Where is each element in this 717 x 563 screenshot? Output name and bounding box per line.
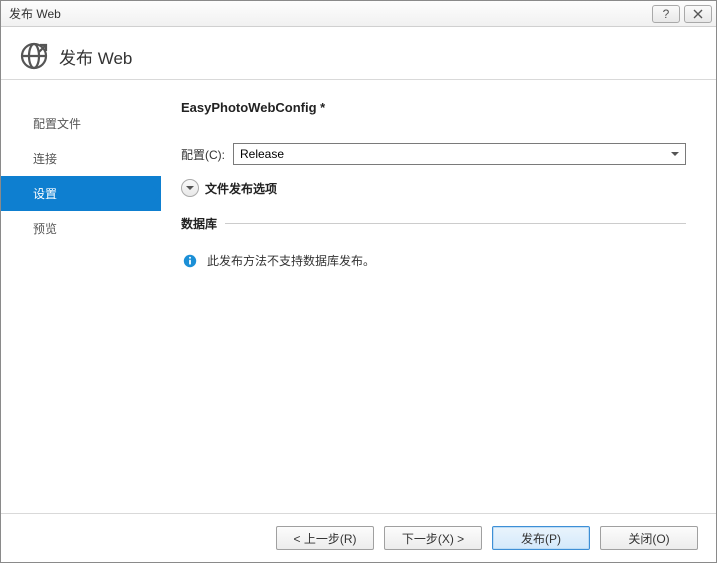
titlebar: 发布 Web ? bbox=[1, 1, 716, 27]
config-value: Release bbox=[240, 147, 284, 161]
db-title-label: 数据库 bbox=[181, 215, 217, 232]
sidebar-item-connection[interactable]: 连接 bbox=[1, 141, 161, 176]
sidebar-item-settings[interactable]: 设置 bbox=[1, 176, 161, 211]
body: 配置文件 连接 设置 预览 EasyPhotoWebConfig * 配置(C)… bbox=[1, 80, 716, 513]
main-panel: EasyPhotoWebConfig * 配置(C): Release 文件发布… bbox=[161, 100, 716, 513]
info-icon bbox=[183, 254, 197, 268]
db-info-row: 此发布方法不支持数据库发布。 bbox=[181, 252, 686, 269]
globe-icon bbox=[19, 41, 49, 71]
content: 发布 Web 配置文件 连接 设置 预览 EasyPhotoWebConfig … bbox=[1, 27, 716, 562]
next-button[interactable]: 下一步(X) > bbox=[384, 526, 482, 550]
expander-label: 文件发布选项 bbox=[205, 180, 277, 197]
sidebar: 配置文件 连接 设置 预览 bbox=[1, 100, 161, 513]
close-window-button[interactable] bbox=[684, 5, 712, 23]
sidebar-item-profile[interactable]: 配置文件 bbox=[1, 106, 161, 141]
chevron-down-icon bbox=[181, 179, 199, 197]
header: 发布 Web bbox=[1, 27, 716, 80]
config-row: 配置(C): Release bbox=[181, 143, 686, 165]
close-icon bbox=[693, 9, 703, 19]
config-select[interactable]: Release bbox=[233, 143, 686, 165]
help-button[interactable]: ? bbox=[652, 5, 680, 23]
db-info-message: 此发布方法不支持数据库发布。 bbox=[207, 252, 375, 269]
chevron-down-icon bbox=[671, 152, 679, 160]
header-title: 发布 Web bbox=[59, 44, 132, 69]
prev-button[interactable]: < 上一步(R) bbox=[276, 526, 374, 550]
close-button[interactable]: 关闭(O) bbox=[600, 526, 698, 550]
publish-button[interactable]: 发布(P) bbox=[492, 526, 590, 550]
config-label: 配置(C): bbox=[181, 146, 225, 163]
footer: < 上一步(R) 下一步(X) > 发布(P) 关闭(O) bbox=[1, 513, 716, 562]
publish-web-dialog: 发布 Web ? 发布 Web 配置文件 连接 设置 bbox=[0, 0, 717, 563]
window-title: 发布 Web bbox=[9, 5, 648, 22]
file-publish-options-expander[interactable]: 文件发布选项 bbox=[181, 179, 686, 197]
profile-title: EasyPhotoWebConfig * bbox=[181, 100, 686, 115]
database-section-title: 数据库 bbox=[181, 215, 686, 232]
sidebar-item-preview[interactable]: 预览 bbox=[1, 211, 161, 246]
divider bbox=[225, 223, 686, 224]
